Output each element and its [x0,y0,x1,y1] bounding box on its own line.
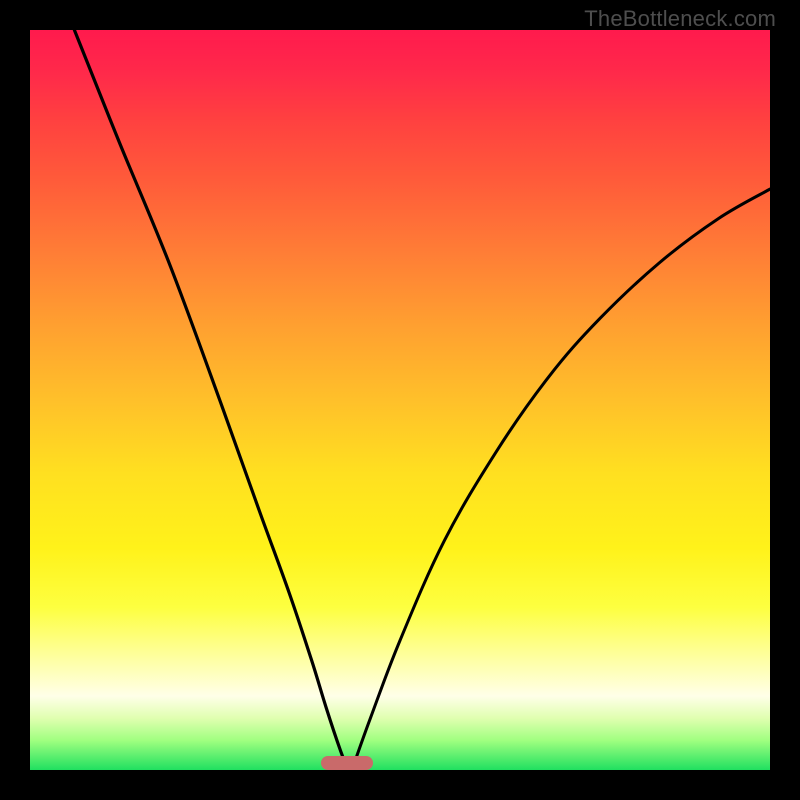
plot-area [30,30,770,770]
min-marker-pill [321,756,374,770]
watermark-text: TheBottleneck.com [584,6,776,32]
curve-left [74,30,348,770]
chart-frame: TheBottleneck.com [0,0,800,800]
curve-layer [30,30,770,770]
curve-right [352,189,770,770]
